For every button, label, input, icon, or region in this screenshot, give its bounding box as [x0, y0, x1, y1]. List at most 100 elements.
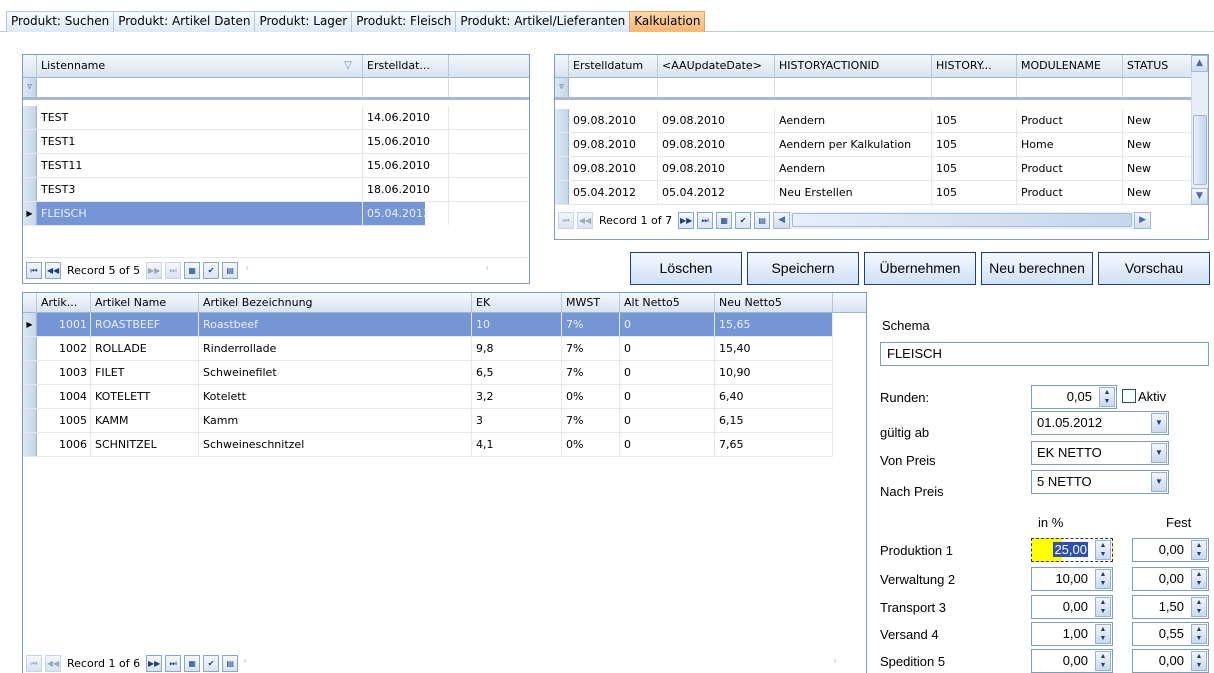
chevron-down-icon[interactable]: ▼ [1151, 443, 1167, 463]
column-header-alt-netto5[interactable]: Alt Netto5 [620, 293, 715, 313]
spinner-arrows-icon[interactable]: ▲ ▼ [1095, 569, 1111, 589]
scroll-thumb[interactable] [1193, 115, 1207, 185]
table-row[interactable]: 09.08.2010 09.08.2010 Aendern per Kalkulat… [555, 133, 1193, 157]
column-header-erstelldatum[interactable]: Erstelldatum [569, 55, 658, 78]
column-header-history[interactable]: HISTORY... [932, 55, 1017, 78]
schema-input[interactable]: FLEISCH [880, 342, 1209, 366]
scroll-thumb[interactable] [792, 212, 1133, 227]
table-row[interactable]: TEST1 15.06.2010 [23, 130, 529, 154]
tab-produkt-artikel-daten[interactable]: Produkt: Artikel Daten [113, 11, 256, 32]
column-header-artikel-bezeichnung[interactable]: Artikel Bezeichnung [199, 293, 472, 313]
filter-row[interactable]: ▿ [23, 78, 529, 100]
table-row[interactable]: 05.04.2012 05.04.2012 Neu Erstellen 105 Prod… [555, 181, 1193, 205]
print-icon[interactable]: ▤ [222, 654, 239, 672]
table-row[interactable]: 09.08.2010 09.08.2010 Aendern 105 Product New [555, 109, 1193, 133]
spinner-arrows-icon[interactable]: ▲ ▼ [1191, 651, 1207, 671]
filter-row[interactable]: ▿ [555, 78, 1193, 100]
column-header-erstelldat[interactable]: Erstelldat... [363, 55, 449, 78]
last-record-button[interactable]: ⏭ [165, 262, 182, 279]
prev-record-button[interactable]: ◀◀ [45, 262, 61, 279]
horizontal-scrollbar[interactable]: ‹ › [243, 262, 494, 279]
next-record-button[interactable]: ▶▶ [678, 211, 695, 229]
column-header-listenname[interactable]: Listenname ▽ [37, 55, 363, 78]
spinner-arrows-icon[interactable]: ▲ ▼ [1095, 624, 1111, 644]
vertical-scrollbar[interactable]: ▲ ▼ [1191, 55, 1208, 205]
column-header-neu-netto5[interactable]: Neu Netto5 [715, 293, 833, 313]
grid-icon[interactable]: ▦ [184, 262, 201, 279]
recalculate-button[interactable]: Neu berechnen [981, 252, 1093, 285]
runden-spinner[interactable]: 0,05 ▲ ▼ [1031, 385, 1117, 409]
spinner-arrows-icon[interactable]: ▲ ▼ [1191, 540, 1207, 560]
column-header-status[interactable]: STATUS [1123, 55, 1193, 78]
print-icon[interactable]: ▤ [754, 211, 771, 229]
table-row[interactable]: TEST3 18.06.2010 [23, 178, 529, 202]
aktiv-checkbox[interactable] [1122, 389, 1136, 403]
transport-fixed-spinner[interactable]: 1,50 ▲ ▼ [1132, 595, 1209, 619]
table-row[interactable]: TEST 14.06.2010 [23, 106, 529, 130]
spinner-arrows-icon[interactable]: ▲ ▼ [1099, 387, 1115, 407]
table-row-selected[interactable]: ▶ 1001 ROASTBEEF Roastbeef 10 7% 0 15,65 [23, 313, 833, 337]
spinner-arrows-icon[interactable]: ▲ ▼ [1095, 597, 1111, 617]
table-row[interactable]: 09.08.2010 09.08.2010 Aendern 105 Product New [555, 157, 1193, 181]
check-icon[interactable]: ✔ [735, 211, 752, 229]
column-header-aaupdatedate[interactable]: <AAUpdateDate> [658, 55, 775, 78]
nach-preis-select[interactable]: 5 NETTO ▼ [1031, 470, 1169, 494]
spinner-arrows-icon[interactable]: ▲ ▼ [1191, 624, 1207, 644]
column-header-mwst[interactable]: MWST [562, 293, 620, 313]
table-row[interactable]: 1006 SCHNITZEL Schweineschnitzel 4,1 0% 0 7,65 [23, 433, 833, 457]
preview-button[interactable]: Vorschau [1098, 252, 1210, 285]
transport-percent-spinner[interactable]: 0,00 ▲ ▼ [1031, 595, 1113, 619]
grid-icon[interactable]: ▦ [716, 211, 733, 229]
spinner-arrows-icon[interactable]: ▲ ▼ [1095, 540, 1111, 560]
scroll-left-icon[interactable]: ◀ [773, 211, 791, 229]
horizontal-scrollbar[interactable]: ◀ ▶ [773, 211, 1152, 229]
column-header-historyactionid[interactable]: HISTORYACTIONID [775, 55, 932, 78]
chevron-down-icon[interactable]: ▼ [1151, 472, 1167, 492]
filter-icon[interactable]: ▽ [344, 55, 352, 77]
spinner-arrows-icon[interactable]: ▲ ▼ [1095, 651, 1111, 671]
table-row[interactable]: 1002 ROLLADE Rinderrollade 9,8 7% 0 15,40 [23, 337, 833, 361]
print-icon[interactable]: ▤ [222, 262, 239, 279]
table-row-selected[interactable]: ▶ FLEISCH 05.04.2012 [23, 202, 449, 226]
tab-produkt-suchen[interactable]: Produkt: Suchen [6, 11, 115, 32]
apply-button[interactable]: Übernehmen [864, 252, 976, 285]
spinner-arrows-icon[interactable]: ▲ ▼ [1191, 597, 1207, 617]
column-header-artikel-name[interactable]: Artikel Name [91, 293, 199, 313]
tab-kalkulation[interactable]: Kalkulation [629, 11, 706, 32]
scroll-right-icon[interactable]: ▶ [1134, 211, 1152, 229]
produktion-percent-spinner[interactable]: 25,00 ▲ ▼ [1031, 538, 1113, 562]
first-record-button[interactable]: ⏮ [26, 262, 42, 279]
gueltig-ab-date-picker[interactable]: 01.05.2012 ▼ [1031, 411, 1169, 435]
prev-record-button[interactable]: ◀◀ [577, 211, 593, 229]
table-row[interactable]: 1003 FILET Schweinefilet 6,5 7% 0 10,90 [23, 361, 833, 385]
first-record-button[interactable]: ⏮ [26, 654, 42, 672]
grid-icon[interactable]: ▦ [184, 654, 201, 672]
check-icon[interactable]: ✔ [203, 262, 220, 279]
spedition-fixed-spinner[interactable]: 0,00 ▲ ▼ [1132, 649, 1209, 673]
tab-produkt-lager[interactable]: Produkt: Lager [254, 11, 353, 32]
tab-produkt-artikel-lieferanten[interactable]: Produkt: Artikel/Lieferanten [455, 11, 631, 32]
scroll-up-icon[interactable]: ▲ [1191, 55, 1208, 72]
prev-record-button[interactable]: ◀◀ [45, 654, 61, 672]
column-header-modulename[interactable]: MODULENAME [1017, 55, 1123, 78]
spinner-arrows-icon[interactable]: ▲ ▼ [1191, 569, 1207, 589]
column-header-ek[interactable]: EK [472, 293, 562, 313]
check-icon[interactable]: ✔ [203, 654, 220, 672]
save-button[interactable]: Speichern [747, 252, 859, 285]
versand-percent-spinner[interactable]: 1,00 ▲ ▼ [1031, 622, 1113, 646]
next-record-button[interactable]: ▶▶ [146, 654, 163, 672]
last-record-button[interactable]: ⏭ [697, 211, 714, 229]
table-row[interactable]: 1005 KAMM Kamm 3 7% 0 6,15 [23, 409, 833, 433]
table-row[interactable]: 1004 KOTELETT Kotelett 3,2 0% 0 6,40 [23, 385, 833, 409]
spedition-percent-spinner[interactable]: 0,00 ▲ ▼ [1031, 649, 1113, 673]
delete-button[interactable]: Löschen [630, 252, 742, 285]
versand-fixed-spinner[interactable]: 0,55 ▲ ▼ [1132, 622, 1209, 646]
scroll-down-icon[interactable]: ▼ [1191, 188, 1208, 205]
table-row[interactable]: TEST11 15.06.2010 [23, 154, 529, 178]
last-record-button[interactable]: ⏭ [165, 654, 182, 672]
tab-produkt-fleisch[interactable]: Produkt: Fleisch [351, 11, 457, 32]
horizontal-scrollbar[interactable]: ‹ › [241, 654, 842, 672]
chevron-down-icon[interactable]: ▼ [1151, 413, 1167, 433]
next-record-button[interactable]: ▶▶ [146, 262, 163, 279]
column-header-artikel-nr[interactable]: Artik... [37, 293, 91, 313]
